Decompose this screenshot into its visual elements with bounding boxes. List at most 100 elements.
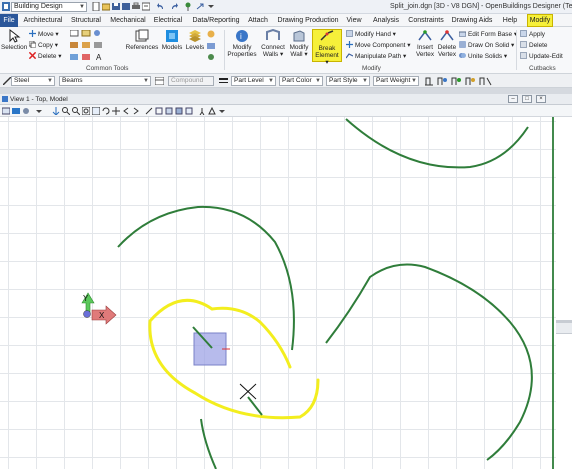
modify-properties-button[interactable]: i Modify Properties	[227, 29, 257, 58]
common-tools-icon-grid[interactable]: A	[70, 30, 120, 62]
rotate-view-icon[interactable]	[102, 107, 110, 115]
next-view-icon[interactable]	[132, 107, 140, 115]
display-style-icon[interactable]	[12, 107, 20, 115]
zoom-in-icon[interactable]	[62, 107, 70, 115]
fit-view-icon[interactable]	[92, 107, 100, 115]
arc-top-right[interactable]	[345, 118, 529, 169]
unite-solids-button[interactable]: Unite Solids ▾	[459, 52, 507, 61]
update-edit-button[interactable]: Update-Edit	[520, 52, 563, 61]
window-title: Split_join.dgn [3D - V8 DGN] - OpenBuild…	[390, 3, 572, 10]
tab-help[interactable]: Help	[500, 14, 520, 27]
tab-structural[interactable]: Structural	[70, 14, 102, 27]
clip-mask-icon[interactable]	[185, 107, 193, 115]
tab-file[interactable]: File	[0, 14, 18, 27]
open-file-icon[interactable]	[102, 2, 110, 11]
zoom-out-icon[interactable]	[72, 107, 80, 115]
insert-vertex-button[interactable]: Insert Vertex	[414, 29, 436, 58]
connect-walls-label: Connect Walls	[261, 44, 285, 58]
clip-front-icon[interactable]	[165, 107, 173, 115]
window-area-icon[interactable]	[82, 107, 90, 115]
pin-icon[interactable]	[184, 2, 192, 11]
view-visibility-icon[interactable]	[22, 107, 30, 115]
maximize-button[interactable]: □	[522, 95, 532, 103]
view-attributes-icon[interactable]	[2, 107, 10, 115]
view-title-bar[interactable]: View 1 - Top, Model – □ ×	[0, 94, 556, 105]
connect-walls-button[interactable]: Connect Walls ▾	[259, 29, 287, 58]
draw-on-solid-button[interactable]: Draw On Solid ▾	[459, 41, 514, 50]
section-icon[interactable]	[145, 107, 153, 115]
tab-architectural[interactable]: Architectural	[22, 14, 64, 27]
walk-icon[interactable]	[198, 107, 206, 115]
break-element-button[interactable]: Break Element ▾	[312, 29, 342, 66]
tab-constraints[interactable]: Constraints	[407, 14, 445, 27]
part-select[interactable]: Beams ▼	[59, 76, 151, 86]
clip-back-icon[interactable]	[175, 107, 183, 115]
tab-mechanical[interactable]: Mechanical	[109, 14, 147, 27]
break-element-label: Break Element	[315, 45, 339, 59]
compound-field[interactable]: Compound	[168, 76, 214, 86]
save-icon[interactable]	[112, 2, 120, 11]
tab-drawing-aids[interactable]: Drawing Aids	[451, 14, 493, 27]
tab-analysis[interactable]: Analysis	[371, 14, 401, 27]
pan-view-icon[interactable]	[112, 107, 120, 115]
new-file-icon[interactable]	[92, 2, 100, 11]
delete-vertex-label: Delete Vertex	[437, 44, 457, 58]
arc-bottom-left[interactable]	[200, 418, 217, 469]
close-button[interactable]: ×	[536, 95, 546, 103]
models-button[interactable]: Models	[160, 29, 184, 51]
tab-data-reporting[interactable]: Data/Reporting	[190, 14, 242, 27]
part-browser-icon[interactable]	[155, 77, 164, 85]
minimize-button[interactable]: –	[508, 95, 518, 103]
dropdown-arrow-icon[interactable]	[35, 107, 43, 115]
view-icon	[2, 96, 8, 102]
move-component-button[interactable]: Move Component ▾	[346, 41, 410, 50]
delete-vertex-button[interactable]: Delete Vertex	[436, 29, 458, 58]
tab-view[interactable]: View	[345, 14, 363, 27]
chevron-down-icon: ▼	[47, 78, 53, 84]
view-options-icon[interactable]	[218, 107, 226, 115]
drawing-canvas[interactable]: Y X	[0, 117, 556, 469]
redo-icon[interactable]	[170, 2, 178, 11]
clip-volume-icon[interactable]	[155, 107, 163, 115]
copy-button[interactable]: Copy ▾	[29, 41, 58, 50]
display-set-icon[interactable]	[208, 107, 216, 115]
part-weight-select[interactable]: Part Weight ▼	[373, 76, 419, 86]
line-weight-icon[interactable]	[219, 78, 228, 84]
undo-icon[interactable]	[157, 2, 165, 11]
modify-wall-button[interactable]: Modify Wall ▾	[288, 29, 310, 58]
apply-button[interactable]: Apply	[520, 30, 545, 39]
levels-button[interactable]: Levels	[185, 29, 205, 51]
save-all-icon[interactable]	[122, 2, 130, 11]
secondary-view-title-bar[interactable]	[556, 94, 572, 105]
references-button[interactable]: References	[125, 29, 159, 51]
tertiary-view-title-bar[interactable]	[556, 323, 572, 334]
placement-tools-icons[interactable]	[425, 76, 497, 86]
print-icon[interactable]	[132, 2, 140, 11]
previous-view-icon[interactable]	[122, 107, 130, 115]
placement-icon[interactable]	[3, 77, 11, 85]
tab-modify[interactable]: Modify	[527, 14, 553, 27]
properties-icon[interactable]	[142, 2, 150, 11]
family-select[interactable]: Steel ▼	[11, 76, 55, 86]
cutback-delete-button[interactable]: Delete	[520, 41, 547, 50]
customize-icon[interactable]	[207, 2, 215, 11]
view-tools-column[interactable]	[206, 30, 220, 62]
update-view-icon[interactable]	[52, 107, 60, 115]
title-bar: Building Design ▼ Split_join.dgn [3D - V…	[0, 0, 572, 14]
tab-electrical[interactable]: Electrical	[152, 14, 184, 27]
part-color-select[interactable]: Part Color ▼	[279, 76, 323, 86]
tab-attach[interactable]: Attach	[246, 14, 270, 27]
manipulate-path-button[interactable]: Manipulate Path ▾	[346, 52, 406, 61]
workspace-select[interactable]: Building Design ▼	[11, 2, 87, 12]
arrow-icon[interactable]	[196, 2, 204, 11]
arc-lower-right[interactable]	[325, 263, 533, 461]
part-style-select[interactable]: Part Style ▼	[326, 76, 370, 86]
modify-hand-button[interactable]: Modify Hand ▾	[346, 30, 396, 39]
move-button[interactable]: Move ▾	[29, 30, 59, 39]
part-level-select[interactable]: Part Level ▼	[231, 76, 276, 86]
selection-button[interactable]: Selection	[1, 29, 27, 51]
selected-element[interactable]	[193, 332, 227, 366]
tab-drawing-production[interactable]: Drawing Production	[276, 14, 340, 27]
delete-button[interactable]: Delete ▾	[29, 52, 61, 61]
edit-form-base-button[interactable]: Edit Form Base ▾	[459, 30, 517, 39]
